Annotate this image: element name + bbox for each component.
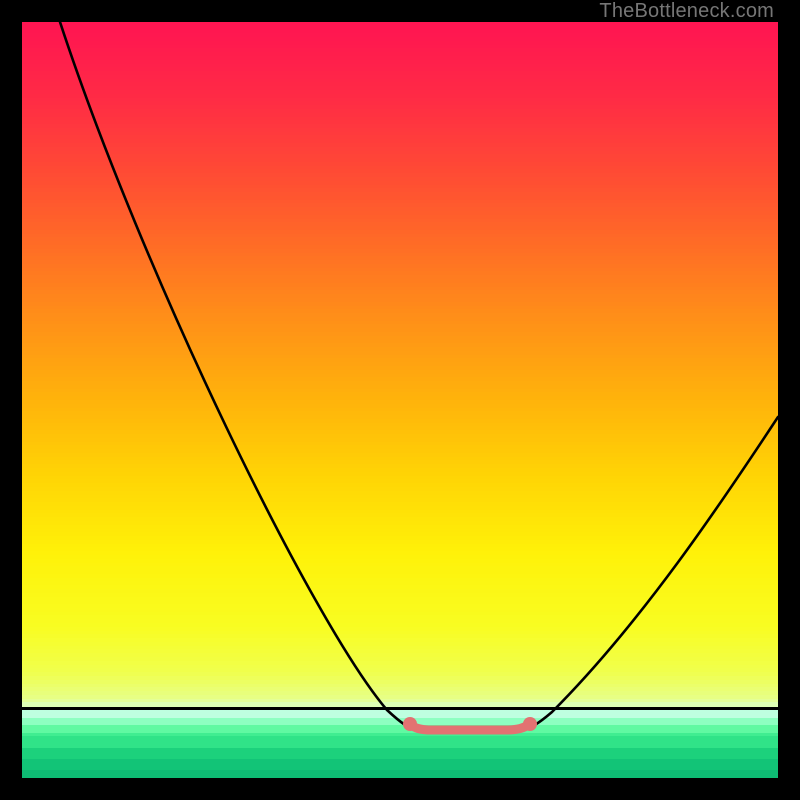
- bottleneck-marker: [410, 724, 530, 730]
- plot-area: [22, 22, 778, 778]
- bottleneck-dot-right-icon: [523, 717, 537, 731]
- bottleneck-dot-left-icon: [403, 717, 417, 731]
- bottleneck-curve: [60, 22, 778, 730]
- watermark-label: TheBottleneck.com: [599, 0, 774, 23]
- curve-layer: [22, 22, 778, 778]
- chart-frame: TheBottleneck.com: [0, 0, 800, 800]
